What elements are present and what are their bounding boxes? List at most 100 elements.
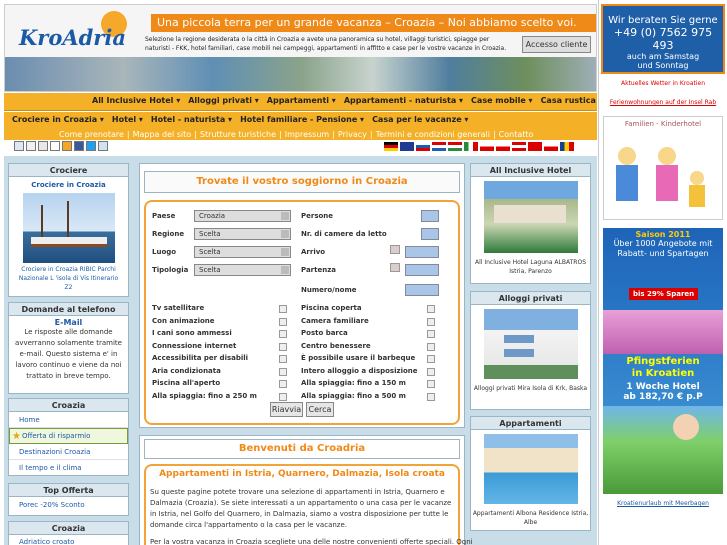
nav-all-inclusive[interactable]: All Inclusive Hotel ▾: [92, 96, 180, 105]
crociere-link[interactable]: Crociere in Croazia: [9, 181, 128, 189]
feature-checkbox[interactable]: [427, 317, 435, 326]
input-partenza[interactable]: [405, 264, 439, 276]
feature-checkbox[interactable]: [427, 342, 435, 351]
feature-checkbox[interactable]: [279, 380, 287, 388]
top-offerta-panel: Top Offerta Porec -20% Sconto: [8, 483, 129, 516]
logo[interactable]: KroAdria: [19, 25, 126, 50]
feature-checkbox[interactable]: [279, 367, 287, 376]
alloggi-caption[interactable]: Alloggi privati Mira Isola di Krk, Baska: [471, 384, 590, 393]
bookmark-icon[interactable]: [98, 141, 108, 151]
link-privacy[interactable]: Privacy: [338, 130, 367, 140]
select-luogo[interactable]: Scelta: [194, 246, 291, 258]
select-paese[interactable]: Croazia: [194, 210, 291, 222]
top-offerta-title: Top Offerta: [9, 484, 128, 497]
link-contatto[interactable]: Contatto: [499, 130, 534, 140]
customer-login-button[interactable]: Accesso cliente: [522, 36, 591, 53]
link-termini[interactable]: Termini e condizioni generali: [376, 130, 490, 140]
rss-icon[interactable]: [62, 141, 72, 151]
nav-appartamenti-naturista[interactable]: Appartamenti - naturista ▾: [344, 96, 463, 105]
link-kroatienurlaub[interactable]: Kroatienurlaub mit Meerbagen: [603, 500, 723, 507]
feature-checkbox[interactable]: [279, 392, 287, 401]
feature-checkbox[interactable]: [279, 317, 287, 326]
crociere-caption[interactable]: Crociere in Croazia RIBIC Parchi Naziona…: [9, 265, 128, 292]
link-strutture[interactable]: Strutture turistiche: [200, 130, 276, 140]
nav-hotel[interactable]: Hotel ▾: [112, 115, 143, 124]
nav-hotel-naturista[interactable]: Hotel - naturista ▾: [151, 115, 232, 124]
c-icon[interactable]: [14, 141, 24, 151]
link-come-prenotare[interactable]: Come prenotare: [59, 130, 124, 140]
nav-appartamenti[interactable]: Appartamenti ▾: [267, 96, 336, 105]
email-link[interactable]: E-Mail: [9, 318, 128, 327]
flag-de-icon[interactable]: [384, 142, 398, 151]
feature-checkbox[interactable]: [427, 330, 435, 338]
feature-checkbox[interactable]: [279, 342, 287, 351]
ad-phone[interactable]: Wir beraten Sie gerne +49 (0) 7562 975 4…: [601, 4, 725, 74]
search-button[interactable]: Cerca: [306, 402, 334, 417]
link-wetter[interactable]: Aktuelles Wetter in Kroatien: [603, 80, 723, 87]
feature-label: Alla spiaggia: fino a 150 m: [301, 379, 406, 387]
top-offerta-item[interactable]: Porec -20% Sconto: [9, 497, 128, 509]
nav-crociere[interactable]: Crociere in Croazia ▾: [12, 115, 104, 124]
calendar-icon[interactable]: [390, 245, 400, 254]
feature-label: Accessibilita per disabili: [152, 354, 249, 362]
feature-checkbox[interactable]: [427, 305, 435, 313]
feature-checkbox[interactable]: [427, 367, 435, 376]
flag-it-icon[interactable]: [464, 142, 478, 151]
input-arrivo[interactable]: [405, 246, 439, 258]
select-regione[interactable]: Scelta: [194, 228, 291, 240]
flag-ch-icon[interactable]: [528, 142, 542, 151]
link-mappa[interactable]: Mappa del sito: [133, 130, 192, 140]
flag-cz-icon[interactable]: [496, 142, 510, 151]
flag-pl-icon[interactable]: [544, 142, 558, 151]
ad-kroatien-offers[interactable]: Saison 2011 Über 1000 Angebote mit Rabat…: [603, 228, 723, 494]
alloggi-image[interactable]: [483, 309, 578, 379]
feature-label: È possibile usare il barbeque: [301, 354, 416, 362]
print-icon[interactable]: [50, 141, 60, 151]
allinc-caption[interactable]: All Inclusive Hotel Laguna ALBATROS Istr…: [471, 258, 590, 276]
nav-case-mobile[interactable]: Case mobile ▾: [471, 96, 533, 105]
nav-casa-vacanze[interactable]: Casa per le vacanze ▾: [372, 115, 468, 124]
croazia-item-home[interactable]: Home: [9, 412, 128, 428]
feature-checkbox[interactable]: [427, 380, 435, 388]
feature-checkbox[interactable]: [279, 330, 287, 338]
input-persone[interactable]: [421, 210, 439, 222]
intro-text: Selezione la regione desiderata o la cit…: [145, 36, 507, 52]
feature-checkbox[interactable]: [427, 392, 435, 401]
separator: |: [369, 130, 373, 139]
link-impressum[interactable]: Impressum: [285, 130, 329, 140]
app-image[interactable]: [483, 434, 578, 504]
croazia-item-offerta[interactable]: Offerta di risparmio: [22, 432, 90, 440]
nav-hotel-familiare[interactable]: Hotel familiare - Pensione ▾: [240, 115, 364, 124]
flag-pl-icon[interactable]: [480, 142, 494, 151]
croazia-item-destinazioni[interactable]: Destinazioni Croazia: [9, 444, 128, 460]
flag-at-icon[interactable]: [512, 142, 526, 151]
input-camere[interactable]: [421, 228, 439, 240]
app-caption[interactable]: Appartamenti Albona Residence Istria, Al…: [471, 509, 590, 527]
share-icon[interactable]: [26, 141, 36, 151]
ship-image[interactable]: [22, 193, 115, 263]
flag-ro-icon[interactable]: [560, 142, 574, 151]
croazia2-title: Croazia: [9, 522, 128, 535]
croazia-item-tempo[interactable]: Il tempo e il clima: [9, 460, 128, 474]
select-tipologia[interactable]: Scelta: [194, 264, 291, 276]
nav-casa-rustica[interactable]: Casa rustica ▾: [541, 96, 603, 105]
flag-gb-icon[interactable]: [400, 142, 414, 151]
chevron-down-icon: [281, 248, 289, 256]
reset-button[interactable]: Riavvia: [270, 402, 303, 417]
allinc-image[interactable]: [483, 181, 578, 253]
flag-hu-icon[interactable]: [448, 142, 462, 151]
calendar-icon[interactable]: [390, 263, 400, 272]
feature-checkbox[interactable]: [427, 355, 435, 363]
facebook-icon[interactable]: [74, 141, 84, 151]
share-icon[interactable]: [38, 141, 48, 151]
flag-si-icon[interactable]: [416, 142, 430, 151]
input-numero[interactable]: [405, 284, 439, 296]
croazia2-item[interactable]: Adriatico croato: [9, 535, 128, 545]
link-ferienwohnungen[interactable]: Ferienwohnungen auf der Insel Rab: [603, 99, 723, 106]
feature-checkbox[interactable]: [279, 355, 287, 363]
nav-alloggi-privati[interactable]: Alloggi privati ▾: [188, 96, 259, 105]
twitter-icon[interactable]: [86, 141, 96, 151]
feature-checkbox[interactable]: [279, 305, 287, 313]
ad-family-hotel[interactable]: Familien - Kinderhotel: [603, 116, 723, 220]
flag-hr-icon[interactable]: [432, 142, 446, 151]
